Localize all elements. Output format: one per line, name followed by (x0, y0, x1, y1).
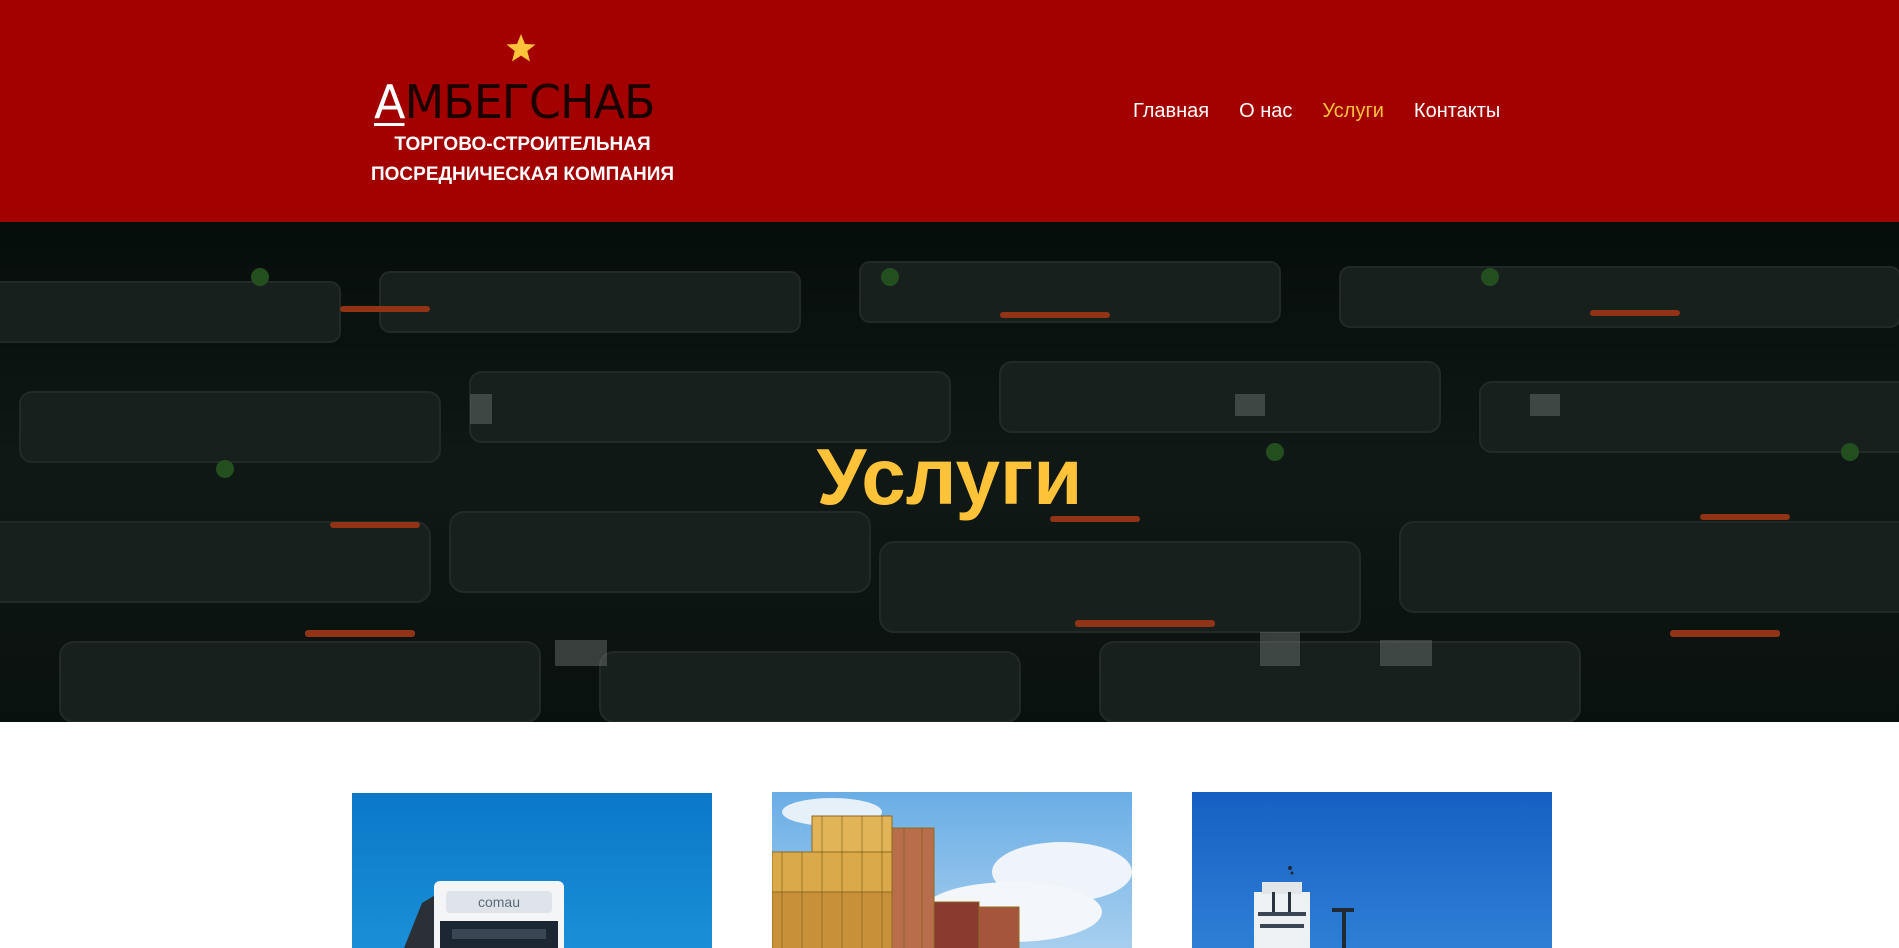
site-header: АМБЕГСНАБ ТОРГОВО-СТРОИТЕЛЬНАЯ ПОСРЕДНИЧ… (0, 0, 1899, 222)
containers-image (772, 792, 1132, 948)
logo-subtitle-line-1: ТОРГОВО-СТРОИТЕЛЬНАЯ (394, 134, 651, 155)
service-card-containers[interactable] (772, 792, 1132, 948)
hero-title: Услуги (816, 432, 1083, 521)
hero-banner: Услуги (0, 222, 1899, 722)
nav-link-services[interactable]: Услуги (1322, 96, 1384, 126)
truck-image: comau (352, 793, 712, 948)
logo-initial: А (374, 75, 405, 129)
nav-link-contacts[interactable]: Контакты (1414, 96, 1500, 126)
service-card-truck[interactable]: comau (352, 793, 712, 948)
star-icon (506, 34, 536, 62)
service-card-ship[interactable] (1192, 792, 1552, 948)
logo[interactable]: АМБЕГСНАБ ТОРГОВО-СТРОИТЕЛЬНАЯ ПОСРЕДНИЧ… (370, 30, 675, 190)
main-nav: Главная О нас Услуги Контакты (1133, 96, 1500, 126)
logo-name-rest: МБЕГСНАБ (404, 75, 655, 129)
ship-image (1192, 792, 1552, 948)
nav-link-home[interactable]: Главная (1133, 96, 1209, 126)
services-section: comau (0, 722, 1899, 948)
logo-subtitle-line-2: ПОСРЕДНИЧЕСКАЯ КОМПАНИЯ (370, 164, 675, 185)
logo-wordmark: АМБЕГСНАБ (374, 74, 674, 130)
svg-text:comau: comau (478, 894, 520, 910)
nav-link-about[interactable]: О нас (1239, 96, 1292, 126)
logo-subtitle: ТОРГОВО-СТРОИТЕЛЬНАЯ ПОСРЕДНИЧЕСКАЯ КОМП… (370, 130, 675, 190)
